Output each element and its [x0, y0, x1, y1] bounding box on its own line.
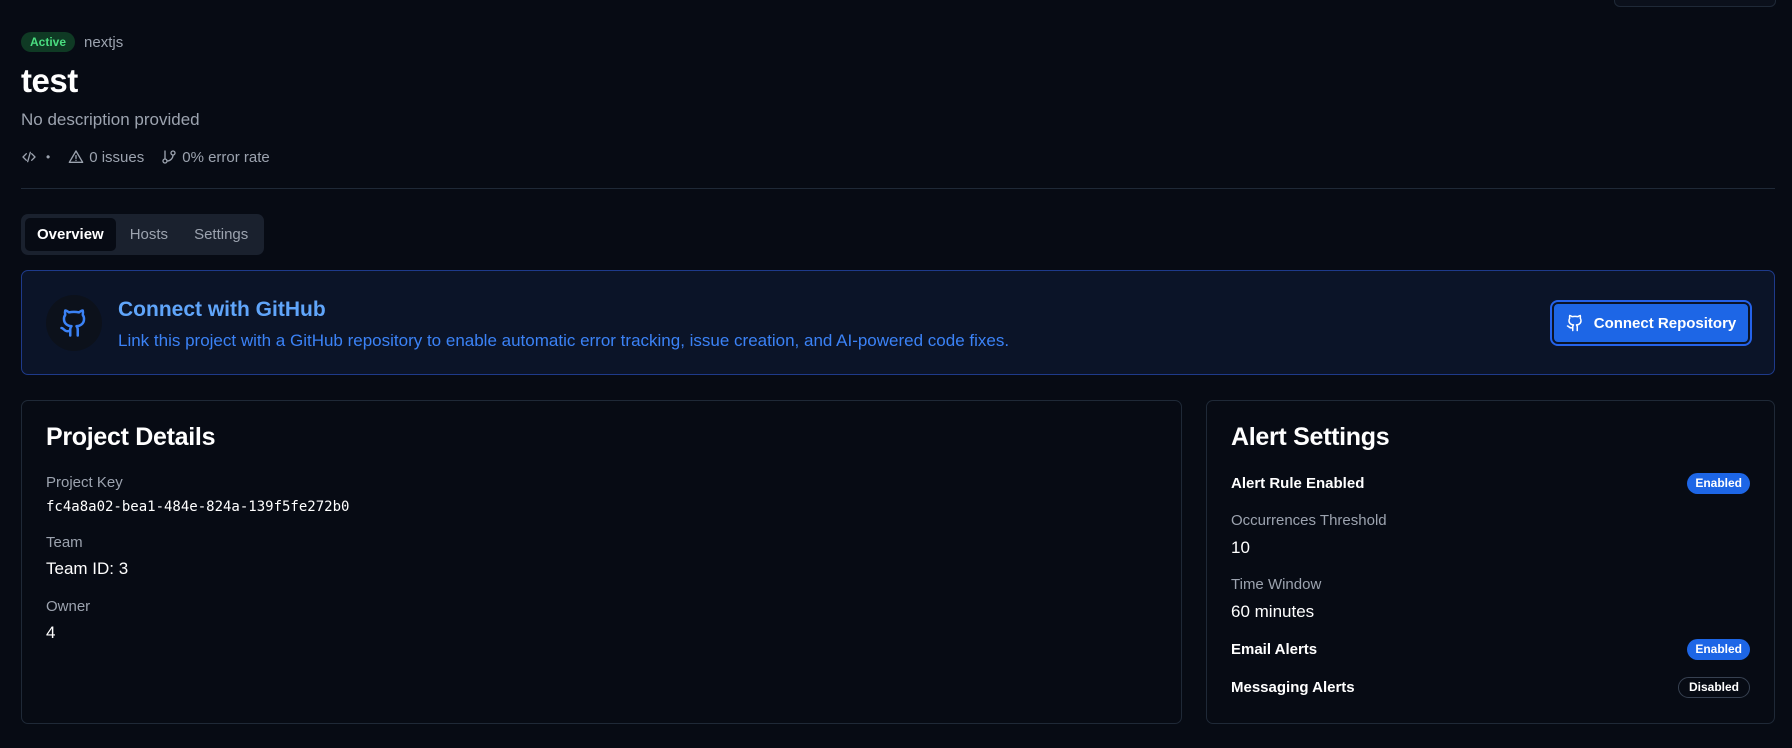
- issues-count: 0 issues: [68, 149, 144, 166]
- github-connect-card: Connect with GitHub Link this project wi…: [21, 270, 1775, 375]
- status-badge: Enabled: [1687, 639, 1750, 660]
- tab-settings[interactable]: Settings: [182, 218, 260, 251]
- project-description: No description provided: [21, 110, 200, 129]
- project-header: Active nextjs test No description provid…: [21, 32, 1775, 166]
- error-rate-text: 0% error rate: [182, 148, 270, 166]
- tab-bar: Overview Hosts Settings: [21, 214, 265, 255]
- email-alerts-label: Email Alerts: [1231, 641, 1318, 658]
- status-badge: Active: [21, 32, 76, 52]
- alert-settings-title: Alert Settings: [1231, 423, 1390, 451]
- github-card-title: Connect with GitHub: [118, 298, 326, 321]
- messaging-alerts-label: Messaging Alerts: [1231, 679, 1355, 696]
- status-badge: Enabled: [1687, 473, 1750, 494]
- time-window-value: 60 minutes: [1231, 602, 1315, 621]
- status-badge: Disabled: [1677, 677, 1750, 698]
- header-divider: [21, 188, 1775, 189]
- owner-label: Owner: [46, 598, 91, 615]
- time-window-label: Time Window: [1231, 576, 1322, 593]
- team-value: Team ID: 3: [46, 559, 129, 578]
- project-details-title: Project Details: [46, 423, 216, 451]
- alert-rule-row: Alert Rule Enabled Enabled: [1231, 473, 1750, 494]
- project-key-label: Project Key: [46, 474, 123, 491]
- email-alerts-row: Email Alerts Enabled: [1231, 639, 1750, 660]
- tab-hosts[interactable]: Hosts: [118, 218, 180, 251]
- connect-repository-button[interactable]: Connect Repository: [1550, 300, 1752, 346]
- meta-separator: •: [46, 150, 51, 164]
- error-rate: 0% error rate: [161, 149, 270, 166]
- project-meta: • 0 issues 0% error rate: [21, 148, 1775, 166]
- issues-text: 0 issues: [89, 148, 145, 166]
- owner-value: 4: [46, 623, 56, 642]
- top-right-button[interactable]: [1614, 0, 1776, 7]
- threshold-label: Occurrences Threshold: [1231, 512, 1387, 529]
- alert-triangle-icon: [68, 149, 84, 165]
- team-label: Team: [46, 534, 83, 551]
- page-title: test: [21, 62, 78, 99]
- github-icon: [46, 295, 102, 351]
- framework-label: nextjs: [84, 33, 124, 51]
- tab-overview[interactable]: Overview: [25, 218, 116, 251]
- git-branch-icon: [161, 149, 177, 165]
- connect-repository-label: Connect Repository: [1593, 314, 1737, 332]
- github-icon: [1566, 314, 1584, 332]
- project-key-value: fc4a8a02-bea1-484e-824a-139f5fe272b0: [46, 499, 350, 515]
- messaging-alerts-row: Messaging Alerts Disabled: [1231, 677, 1750, 698]
- alert-settings-card: Alert Settings Alert Rule Enabled Enable…: [1206, 400, 1775, 724]
- threshold-value: 10: [1231, 538, 1250, 557]
- github-card-text: Link this project with a GitHub reposito…: [118, 331, 1010, 350]
- project-details-card: Project Details Project Key fc4a8a02-bea…: [21, 400, 1182, 724]
- code-icon: [21, 149, 37, 165]
- alert-rule-label: Alert Rule Enabled: [1231, 475, 1365, 492]
